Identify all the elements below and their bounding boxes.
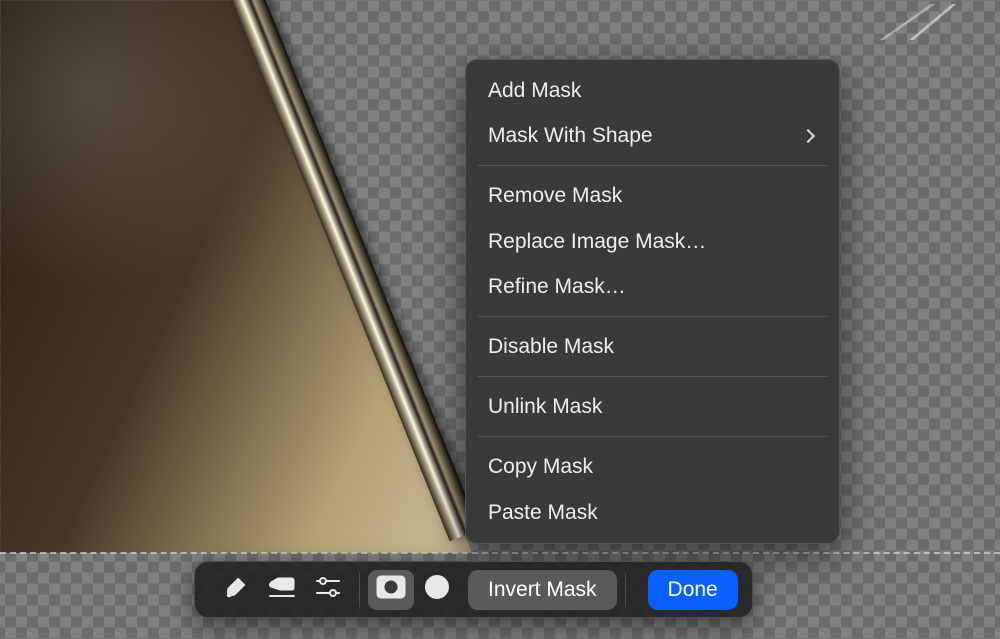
menu-item-label: Refine Mask…: [488, 274, 626, 299]
menu-item[interactable]: Mask With Shape: [466, 113, 839, 158]
menu-item[interactable]: Copy Mask: [466, 444, 839, 489]
invert-mask-label: Invert Mask: [488, 578, 597, 602]
menu-separator: [478, 316, 827, 317]
menu-item-label: Mask With Shape: [488, 123, 653, 148]
selection-edge: [0, 552, 1000, 554]
invert-mask-button[interactable]: Invert Mask: [468, 570, 617, 610]
chevron-right-icon: [801, 129, 815, 143]
menu-item[interactable]: Unlink Mask: [466, 384, 839, 429]
done-button[interactable]: Done: [648, 570, 738, 610]
more-options-button[interactable]: [414, 570, 460, 610]
menu-item-label: Remove Mask: [488, 183, 622, 208]
settings-sliders-button[interactable]: [305, 570, 351, 610]
brush-tool-button[interactable]: [213, 570, 259, 610]
menu-item[interactable]: Paste Mask: [466, 490, 839, 535]
menu-item[interactable]: Remove Mask: [466, 173, 839, 218]
eraser-tool-button[interactable]: [259, 570, 305, 610]
menu-item-label: Add Mask: [488, 78, 581, 103]
menu-item-label: Replace Image Mask…: [488, 229, 706, 254]
menu-separator: [478, 436, 827, 437]
mask-toolbar: Invert Mask Done: [194, 561, 753, 618]
menu-item-label: Disable Mask: [488, 334, 614, 359]
menu-item[interactable]: Refine Mask…: [466, 264, 839, 309]
mask-thumbnail-button[interactable]: [368, 570, 414, 610]
done-label: Done: [668, 578, 718, 602]
sliders-icon: [315, 575, 341, 604]
ellipsis-circle-icon: [424, 574, 450, 605]
menu-separator: [478, 376, 827, 377]
menu-item-label: Copy Mask: [488, 454, 593, 479]
menu-separator: [478, 165, 827, 166]
mask-context-menu: Add Mask Mask With Shape Remove Mask Replac…: [465, 59, 840, 544]
menu-item[interactable]: Add Mask: [466, 68, 839, 113]
menu-item-label: Paste Mask: [488, 500, 598, 525]
toolbar-divider: [625, 573, 626, 607]
eraser-icon: [268, 576, 296, 603]
menu-item-label: Unlink Mask: [488, 394, 602, 419]
mask-icon: [376, 575, 406, 604]
toolbar-divider: [359, 573, 360, 607]
menu-item[interactable]: Replace Image Mask…: [466, 219, 839, 264]
brush-icon: [223, 574, 249, 605]
menu-item[interactable]: Disable Mask: [466, 324, 839, 369]
